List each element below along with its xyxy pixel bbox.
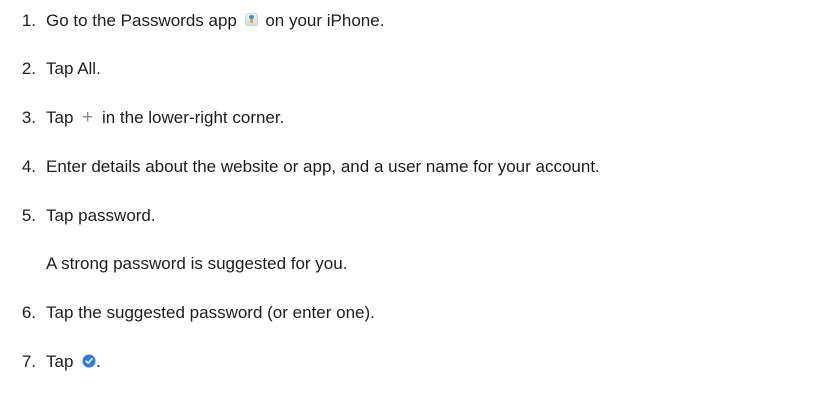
step-text: Enter details about the website or app, … [46, 157, 600, 176]
step-text: Tap . [46, 350, 101, 374]
step-text-before: Tap [46, 352, 79, 371]
step-text: Tap the suggested password (or enter one… [46, 303, 375, 322]
step-text-before: Tap [46, 108, 79, 127]
note-text: A strong password is suggested for you. [46, 254, 348, 273]
step-number: 2. [21, 59, 36, 78]
step-text: Tap All. [46, 59, 101, 78]
step-text: Tap + in the lower-right corner. [46, 106, 284, 130]
step-number: 7. [21, 352, 36, 371]
step-text-after: on your iPhone. [260, 11, 385, 30]
step-text-after: . [96, 352, 101, 371]
passwords-app-icon [244, 13, 258, 27]
plus-icon: + [82, 107, 94, 128]
step-number: 3. [21, 108, 36, 127]
step-number: 4. [21, 157, 36, 176]
step-text: Tap password. [46, 206, 156, 225]
instruction-list: 1. Go to the Passwords app on your iPhon… [0, 0, 827, 412]
step-number: 5. [21, 206, 36, 225]
step-text: Go to the Passwords app on your iPhone. [46, 9, 384, 33]
step-number: 6. [21, 303, 36, 322]
step-number: 1. [21, 11, 36, 30]
step-text-before: Go to the Passwords app [46, 11, 242, 30]
checkmark-circle-icon [82, 354, 96, 368]
step-text-after: in the lower-right corner. [97, 108, 285, 127]
